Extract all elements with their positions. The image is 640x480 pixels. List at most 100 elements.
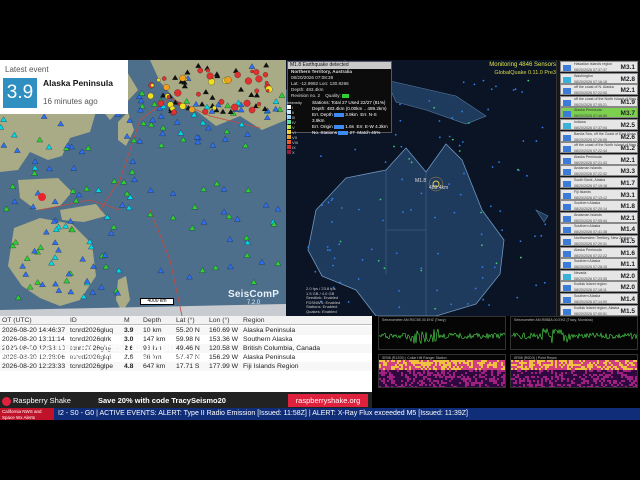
earthquake-marker-icon[interactable]: [188, 106, 196, 113]
latest-event-panel[interactable]: Latest event 3.9 Alaska Peninsula 16 min…: [0, 60, 128, 114]
spectrogram-cell: [527, 362, 529, 364]
gq-err-depth-label: Err. Depth: [312, 112, 333, 117]
earthquake-marker-icon[interactable]: [234, 71, 241, 79]
spectrogram-cell: [417, 362, 419, 364]
event-list-item[interactable]: Northwestern Territory, New Zealand 08/2…: [560, 235, 638, 246]
earthquake-marker-icon[interactable]: [179, 102, 187, 110]
event-list-item[interactable]: Nevada 08/20/2026 07:23:35 M2.0: [560, 269, 638, 281]
table-row[interactable]: 2026-08-20 12:23:33 tcnrd2026glpe 4.8 647 k…: [0, 362, 372, 371]
event-list-item[interactable]: Alaska Peninsula 08/20/2026 07:21:43 M2.…: [560, 153, 638, 165]
earthquake-marker-icon[interactable]: [38, 193, 46, 201]
spectrogram-cell: [493, 362, 495, 364]
spectrogram-cell: [477, 374, 479, 376]
earthquake-marker-icon[interactable]: [206, 72, 214, 80]
earthquake-marker-icon[interactable]: [254, 88, 260, 94]
spectrogram-cell: [383, 374, 385, 376]
seismogram-panel[interactable]: SR08 (R1200) | Collar Hill Ranger Statio…: [378, 354, 506, 388]
gq-station-dot-icon: [499, 210, 502, 213]
spectrogram-cell: [385, 366, 387, 368]
event-list-item[interactable]: Kodiak Island region, Alaska 08/20/2026 …: [560, 304, 638, 316]
event-list-item[interactable]: Kodiak Island region 08/20/2026 07:18:11…: [560, 281, 638, 293]
gq-station-dot-icon: [521, 91, 524, 93]
col-lon[interactable]: Lon (°): [209, 316, 229, 325]
col-lat[interactable]: Lat (°): [176, 316, 195, 325]
col-id[interactable]: ID: [70, 316, 77, 325]
earthquake-marker-icon[interactable]: [197, 67, 204, 74]
seismogram-panel[interactable]: SR08 (R0D3) | Point Reyes: [510, 354, 638, 388]
promo-url-link[interactable]: raspberryshake.org: [288, 394, 368, 407]
spectrogram-cell: [423, 380, 425, 382]
earthquake-marker-icon[interactable]: [250, 69, 254, 74]
earthquake-marker-icon[interactable]: [205, 68, 210, 73]
earthquake-marker-icon[interactable]: [179, 74, 187, 82]
earthquake-marker-icon[interactable]: [163, 84, 170, 91]
event-list-item[interactable]: Southern Alaska 08/20/2026 07:41:38 M1.4: [560, 223, 638, 235]
earthquake-marker-icon[interactable]: [150, 83, 155, 88]
earthquake-marker-icon[interactable]: [212, 105, 217, 111]
event-list-item[interactable]: Alaska Peninsula 08/20/2026 07:46:56 M3.…: [560, 107, 638, 119]
spectrogram-cell: [565, 364, 567, 366]
spectrogram-cell: [431, 386, 433, 387]
earthquake-marker-icon[interactable]: [231, 103, 239, 111]
spectrogram-cell: [429, 366, 431, 368]
event-list-item[interactable]: Southern Alaska 08/20/2026 07:14:00 M1.4: [560, 293, 638, 304]
col-m[interactable]: M: [124, 316, 130, 325]
earthquake-marker-icon[interactable]: [156, 78, 161, 82]
event-list-item[interactable]: Andaman Islands 08/20/2026 07:22:32 M3.3: [560, 165, 638, 177]
table-row[interactable]: 2026-08-20 14:46:37 tcnrd2026gluq 3.9 10 km…: [0, 326, 372, 335]
spectrogram-cell: [591, 366, 593, 368]
seismogram-panel[interactable]: Seismometer AM.R0B8A.00.EHZ (Tracy, Mont…: [510, 316, 638, 350]
col-region[interactable]: Region: [243, 316, 265, 325]
earthquake-marker-icon[interactable]: [266, 89, 270, 93]
spectrogram-cell: [389, 380, 391, 382]
earthquake-marker-icon[interactable]: [224, 76, 232, 84]
event-list-item[interactable]: Washington 08/20/2026 07:16:18 M2.8: [560, 72, 638, 84]
col-depth[interactable]: Depth: [143, 316, 161, 325]
spectrogram-cell: [555, 382, 557, 384]
spectrogram-cell: [595, 362, 597, 364]
event-list-item[interactable]: Indiana 08/20/2026 07:37:04 M2.5: [560, 119, 638, 130]
earthquake-marker-icon[interactable]: [248, 106, 256, 114]
earthquake-marker-icon[interactable]: [196, 91, 201, 97]
earthquake-marker-icon[interactable]: [171, 109, 177, 116]
spectrogram-cell: [577, 368, 579, 370]
gq-event-info-title: M1.8 Earthquake detected: [288, 62, 391, 69]
event-list-item[interactable]: off the coast of the North Island of New…: [560, 142, 640, 154]
earthquake-marker-icon[interactable]: [166, 95, 171, 99]
earthquake-marker-icon[interactable]: [253, 69, 260, 76]
spectrogram-cell: [625, 370, 627, 372]
event-list-item[interactable]: Hawaiian Islands region 08/20/2026 07:37…: [560, 61, 638, 72]
spectrogram-cell: [585, 382, 587, 384]
earthquake-marker-icon[interactable]: [157, 100, 165, 107]
seismogram-panel[interactable]: Seismometer AM.R0C5E.00.EHZ (Tracy): [378, 316, 506, 350]
event-list-item[interactable]: Banda Sea, off the Coast of East Nusa Te…: [560, 130, 640, 142]
event-magnitude: M1.8: [620, 203, 635, 211]
earthquake-marker-icon[interactable]: [161, 76, 167, 81]
earthquake-marker-icon[interactable]: [208, 78, 215, 86]
earthquake-marker-icon[interactable]: [255, 75, 263, 83]
earthquake-marker-icon[interactable]: [264, 80, 269, 85]
earthquake-marker-icon[interactable]: [257, 101, 262, 106]
earthquake-marker-icon[interactable]: [262, 72, 269, 78]
earthquake-marker-icon[interactable]: [202, 108, 209, 115]
event-list-item[interactable]: off the coast of N. Alaska 08/20/2026 07…: [560, 84, 638, 96]
event-list-item[interactable]: South Bank, Alaska 08/20/2026 07:19:18 M…: [560, 177, 638, 188]
earthquake-marker-icon[interactable]: [244, 77, 252, 85]
spectrogram-cell: [469, 366, 471, 368]
col-ot[interactable]: OT (UTC): [2, 316, 32, 325]
event-list-item[interactable]: Alaska Peninsula 08/20/2026 07:22:22 M1.…: [560, 246, 638, 258]
spectrogram-cell: [443, 386, 445, 387]
event-list-item[interactable]: Southern Alaska 08/20/2026 07:28:15 M1.1: [560, 258, 638, 270]
event-list-item[interactable]: Andaman Islands 08/20/2026 07:05:44 M2.1: [560, 211, 638, 223]
earthquake-marker-icon[interactable]: [218, 99, 225, 105]
spectrogram-cell: [571, 366, 573, 368]
spectrogram-cell: [619, 384, 621, 386]
gq-event-list[interactable]: Hawaiian Islands region 08/20/2026 07:37…: [556, 60, 640, 316]
event-list-item[interactable]: off the coast of the North Island of New…: [560, 95, 640, 107]
spectrogram-cell: [471, 374, 473, 376]
event-list-item[interactable]: Fiji Islands 08/20/2026 07:13:12 M3.1: [560, 188, 638, 200]
earthquake-marker-icon[interactable]: [174, 89, 182, 97]
event-list-item[interactable]: Southern Alaska 08/20/2026 07:20:14 M1.8: [560, 200, 638, 212]
earthquake-marker-icon[interactable]: [243, 99, 251, 107]
earthquake-marker-icon[interactable]: [147, 92, 154, 100]
